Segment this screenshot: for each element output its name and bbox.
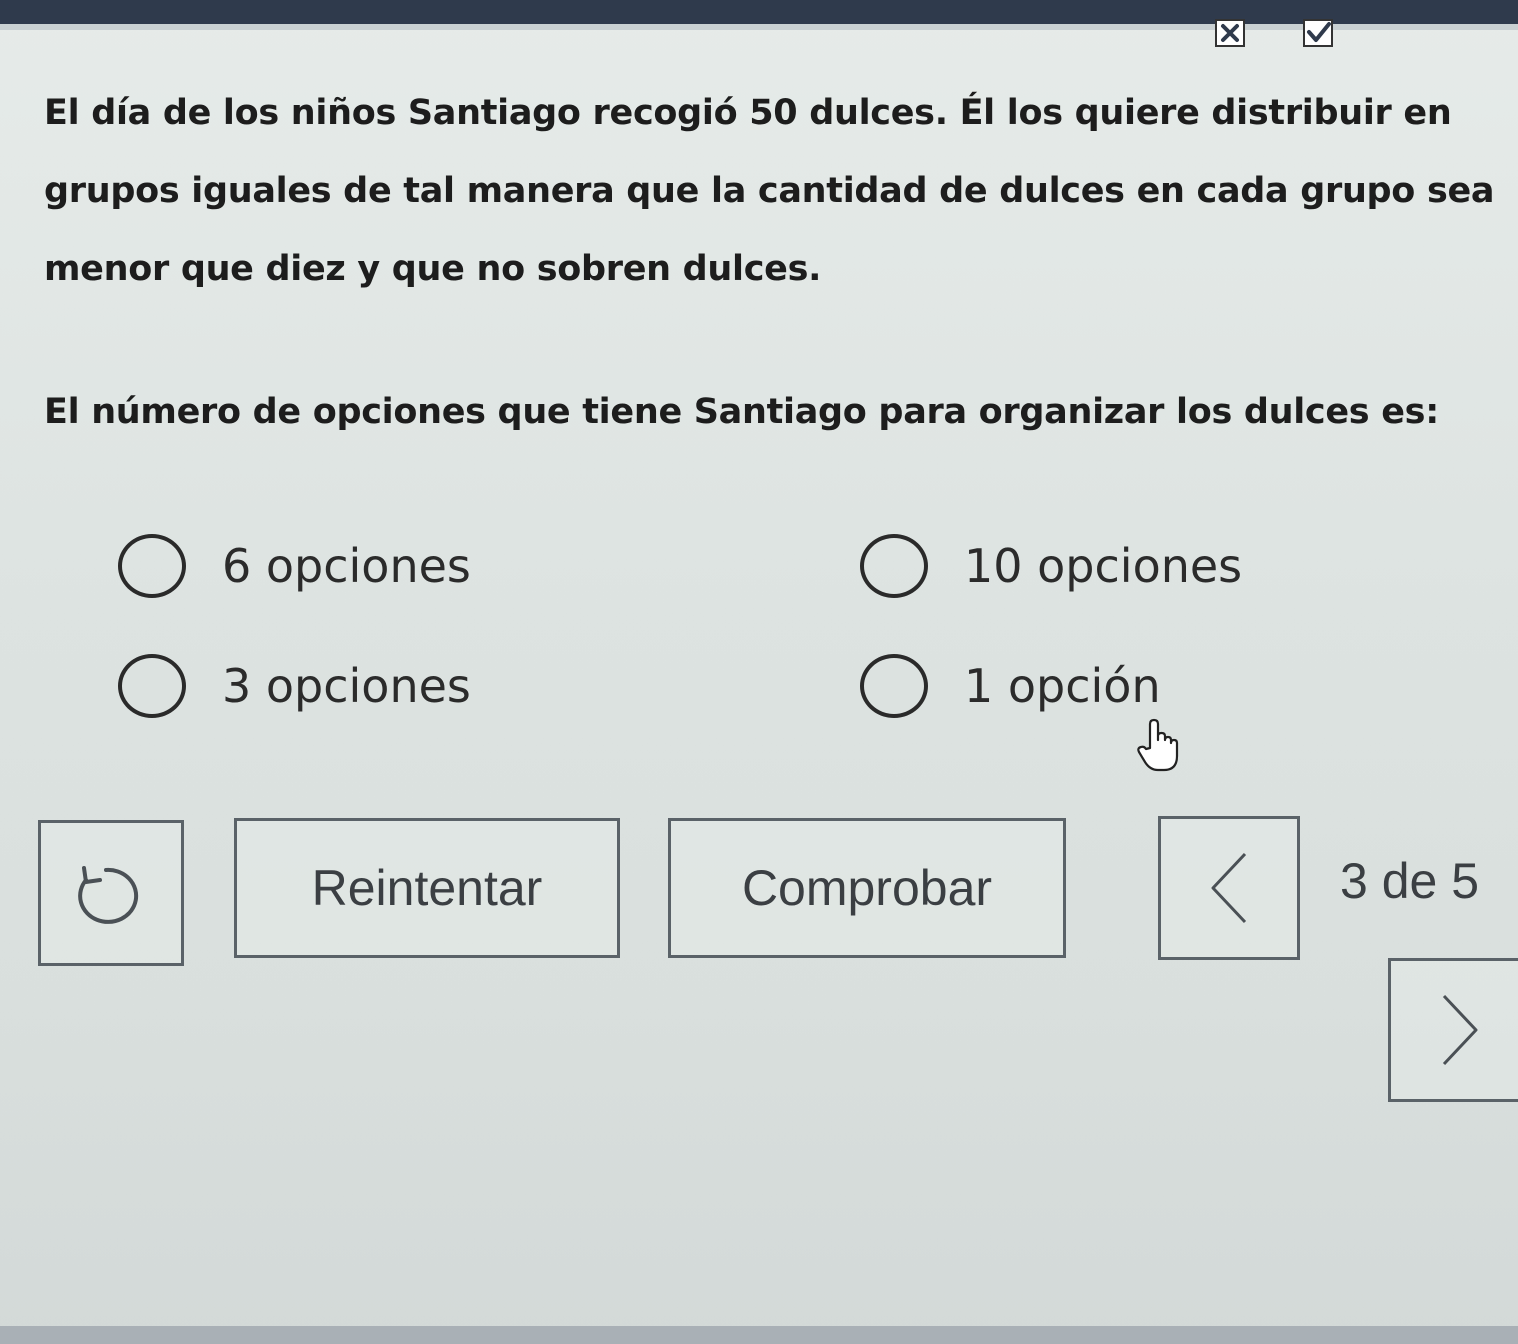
question-prompt: El número de opciones que tiene Santiago…	[44, 392, 1439, 432]
hand-cursor-icon	[1136, 718, 1182, 774]
previous-button[interactable]	[1158, 816, 1300, 960]
next-button[interactable]	[1388, 958, 1518, 1102]
radio-button[interactable]	[118, 534, 186, 598]
undo-icon	[78, 866, 139, 924]
check-button[interactable]: Comprobar	[668, 818, 1066, 958]
retry-button-label: Reintentar	[311, 860, 543, 916]
close-icon[interactable]	[1214, 18, 1246, 48]
check-button-label: Comprobar	[741, 860, 993, 916]
bottom-bar	[0, 1326, 1518, 1344]
option-label: 10 opciones	[964, 539, 1243, 593]
chevron-left-icon	[1211, 852, 1247, 924]
option-label: 1 opción	[964, 659, 1161, 713]
chevron-right-icon	[1442, 994, 1477, 1066]
option-label: 6 opciones	[222, 539, 471, 593]
question-text: El día de los niños Santiago recogió 50 …	[44, 93, 1495, 289]
check-icon[interactable]	[1302, 18, 1334, 48]
retry-button[interactable]: Reintentar	[234, 818, 620, 958]
option-label: 3 opciones	[222, 659, 471, 713]
radio-button[interactable]	[860, 654, 928, 718]
option-6-opciones[interactable]: 6 opciones	[118, 534, 471, 598]
option-3-opciones[interactable]: 3 opciones	[118, 654, 471, 718]
radio-button[interactable]	[118, 654, 186, 718]
option-1-opcion[interactable]: 1 opción	[860, 654, 1161, 718]
undo-button[interactable]	[38, 820, 184, 966]
top-bar	[0, 0, 1518, 30]
page-indicator: 3 de 5	[1340, 853, 1480, 909]
option-10-opciones[interactable]: 10 opciones	[860, 534, 1242, 598]
radio-button[interactable]	[860, 534, 928, 598]
